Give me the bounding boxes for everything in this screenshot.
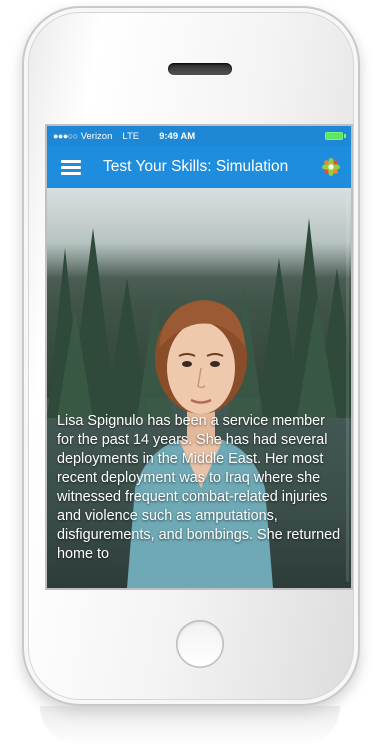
signal-strength-icon: ●●●○○: [53, 131, 78, 141]
battery-tip: [344, 134, 346, 138]
gear-icon[interactable]: [321, 157, 341, 177]
phone-reflection: [40, 706, 340, 746]
app-screen: ●●●○○ Verizon LTE 9:49 AM Test Your Skil…: [47, 126, 351, 588]
nav-bar: Test Your Skills: Simulation: [47, 146, 351, 188]
hamburger-menu-icon[interactable]: [61, 160, 81, 175]
content-scrollbar[interactable]: [346, 194, 349, 582]
simulation-scene: Lisa Spignulo has been a service member …: [47, 188, 351, 588]
battery-icon: [325, 132, 343, 140]
status-time: 9:49 AM: [159, 130, 196, 142]
status-bar: ●●●○○ Verizon LTE 9:49 AM: [47, 126, 351, 146]
carrier-label: Verizon: [80, 130, 113, 142]
home-button[interactable]: [176, 620, 224, 668]
earpiece-speaker: [168, 63, 232, 75]
network-label: LTE: [122, 130, 140, 142]
simulation-narrative: Lisa Spignulo has been a service member …: [57, 413, 341, 562]
page-title: Test Your Skills: Simulation: [103, 158, 289, 175]
